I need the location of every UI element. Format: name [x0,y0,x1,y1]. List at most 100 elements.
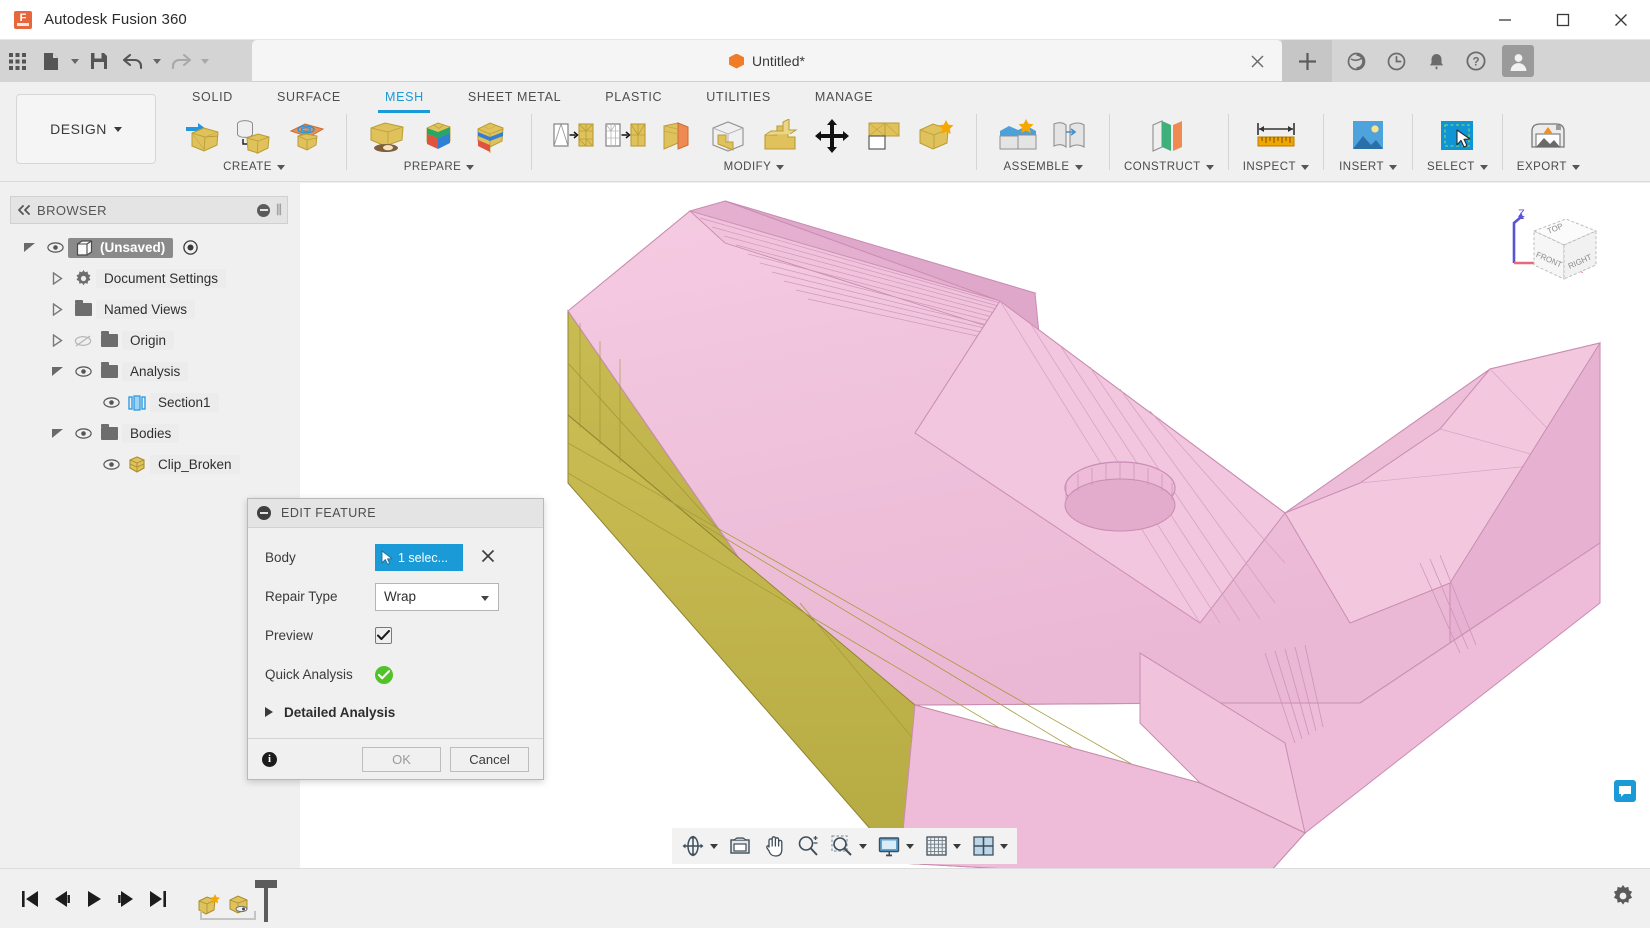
visibility-eye-icon[interactable] [42,242,68,253]
chevron-down-icon[interactable] [276,164,285,170]
chevron-down-icon[interactable] [1205,164,1214,170]
chevron-down-icon[interactable] [1571,164,1580,170]
document-tab[interactable]: Untitled* [252,40,1282,82]
timeline-marker[interactable] [255,879,277,922]
timeline-step-back-button[interactable] [46,879,78,919]
activate-component-radio[interactable] [177,240,203,255]
separate-button[interactable] [413,112,465,160]
chevron-down-icon[interactable] [1479,164,1488,170]
undo-button[interactable] [116,40,150,82]
visibility-eye-icon[interactable] [70,366,96,377]
clear-selection-icon[interactable] [481,549,495,566]
remesh-button[interactable] [546,112,598,160]
minus-circle-icon[interactable] [257,506,271,520]
make-closed-mesh-button[interactable] [650,112,702,160]
body-selection-button[interactable]: 1 selec... [375,544,463,571]
workspace-selector[interactable]: DESIGN [16,94,156,164]
tree-item-section1[interactable]: Section1 [10,387,300,418]
new-file-button[interactable] [34,40,68,82]
tree-item-named-views[interactable]: Named Views [10,294,300,325]
info-icon[interactable]: i [262,751,277,767]
tab-manage[interactable]: MANAGE [793,85,895,109]
timeline-go-start-button[interactable] [14,879,46,919]
clock-icon[interactable] [1376,40,1416,82]
fit-button[interactable] [825,829,872,863]
viewcube[interactable]: Z X TOP FRONT RIGHT [1500,201,1612,301]
tree-item-document-settings[interactable]: Document Settings [10,263,300,294]
chevron-down-icon[interactable] [1389,164,1398,170]
comment-badge-icon[interactable] [1614,780,1636,802]
pan-button[interactable] [757,829,791,863]
chevron-down-icon[interactable] [903,843,916,849]
tab-sheet-metal[interactable]: SHEET METAL [446,85,583,109]
chevron-down-icon[interactable] [707,843,720,849]
orbit-button[interactable] [676,829,723,863]
move-copy-button[interactable] [806,112,858,160]
display-settings-button[interactable] [872,829,919,863]
tree-item-clip-broken[interactable]: Clip_Broken [10,449,300,480]
merge-bodies-button[interactable] [465,112,517,160]
tab-surface[interactable]: SURFACE [255,85,363,109]
tree-item-unsaved[interactable]: (Unsaved) [10,232,300,263]
grid-snaps-button[interactable] [919,829,966,863]
tab-plastic[interactable]: PLASTIC [583,85,684,109]
reduce-button[interactable] [598,112,650,160]
tab-utilities[interactable]: UTILITIES [684,85,793,109]
chevron-down-icon[interactable] [776,164,785,170]
select-tool-button[interactable] [1427,112,1487,160]
preview-checkbox[interactable] [375,627,392,644]
erase-and-fill-button[interactable] [702,112,754,160]
expander-down-icon[interactable] [16,242,42,253]
chevron-down-icon[interactable] [856,843,869,849]
gear-icon[interactable] [1612,885,1634,912]
chevron-down-icon[interactable] [466,164,475,170]
question-circle-icon[interactable]: ? [1456,40,1496,82]
expander-right-icon[interactable] [44,272,70,285]
tree-item-bodies[interactable]: Bodies [10,418,300,449]
save-button[interactable] [82,40,116,82]
delete-faces-button[interactable] [858,112,910,160]
close-icon[interactable] [1592,0,1650,40]
expander-right-icon[interactable] [44,334,70,347]
timeline-step-forward-button[interactable] [110,879,142,919]
joint-button[interactable] [1043,112,1095,160]
maximize-icon[interactable] [1534,0,1592,40]
create-mesh-button[interactable] [176,112,228,160]
redo-caret-icon[interactable] [198,40,212,82]
chevron-down-icon[interactable] [1074,164,1083,170]
new-file-caret-icon[interactable] [68,40,82,82]
mesh-from-solid-button[interactable] [228,112,280,160]
timeline-go-end-button[interactable] [142,879,174,919]
cancel-button[interactable]: Cancel [450,746,529,772]
expander-down-icon[interactable] [44,366,70,377]
redo-button[interactable] [164,40,198,82]
app-grid-button[interactable] [0,40,34,82]
tree-item-analysis[interactable]: Analysis [10,356,300,387]
visibility-eye-icon[interactable] [98,397,124,408]
detailed-analysis-section[interactable]: Detailed Analysis [248,694,543,730]
visibility-eye-icon[interactable] [98,459,124,470]
export-mesh-button[interactable] [1518,112,1578,160]
repair-button[interactable] [910,112,962,160]
double-chevron-left-icon[interactable] [11,205,37,215]
visibility-eye-off-icon[interactable] [70,334,96,347]
expander-down-icon[interactable] [44,428,70,439]
bell-icon[interactable] [1416,40,1456,82]
plane-cut-button[interactable] [361,112,413,160]
viewports-button[interactable] [966,829,1013,863]
minimize-icon[interactable] [1476,0,1534,40]
new-component-button[interactable] [991,112,1043,160]
chevron-down-icon[interactable] [950,843,963,849]
construct-plane-button[interactable] [1139,112,1199,160]
expander-right-icon[interactable] [44,303,70,316]
mesh-section-sketch-button[interactable] [280,112,332,160]
tab-mesh[interactable]: MESH [363,85,446,109]
insert-mcmaster-button[interactable] [1338,112,1398,160]
new-tab-button[interactable] [1282,40,1332,82]
timeline-play-button[interactable] [78,879,110,919]
visibility-eye-icon[interactable] [70,428,96,439]
close-icon[interactable] [1248,52,1266,70]
look-at-button[interactable] [723,829,757,863]
ok-button[interactable]: OK [362,746,441,772]
cloud-status-icon[interactable] [1336,40,1376,82]
